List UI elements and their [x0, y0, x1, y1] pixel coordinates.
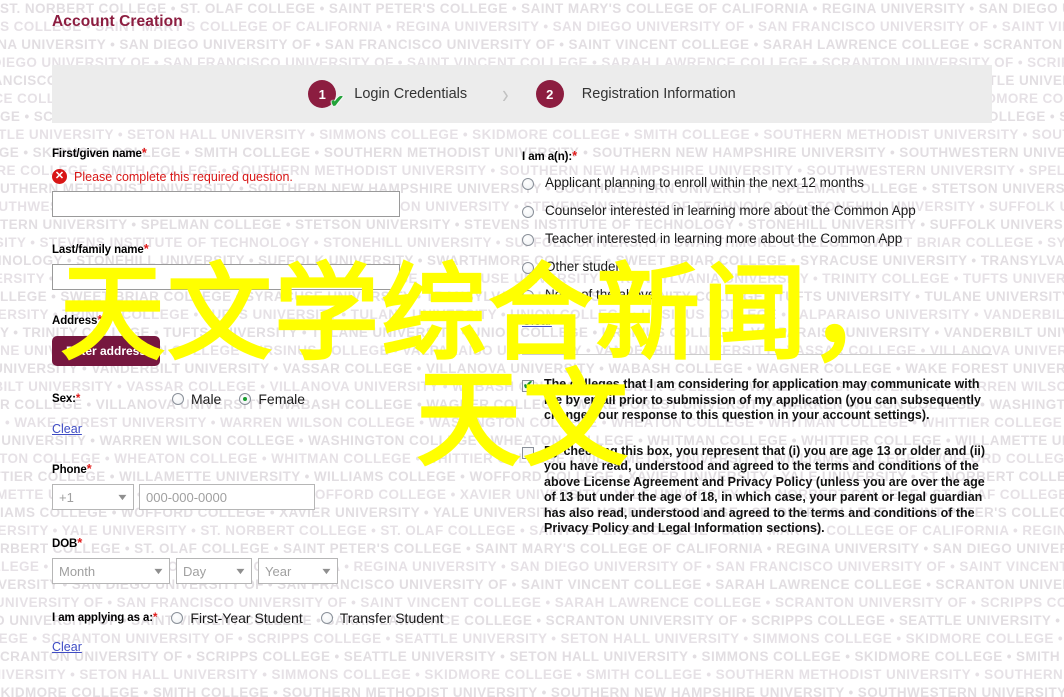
consent-email-communication[interactable]: The colleges that I am considering for a… [522, 377, 1002, 424]
i-am-a-option-1-label: Counselor interested in learning more ab… [545, 203, 916, 218]
i-am-a-option-counselor[interactable]: Counselor interested in learning more ab… [522, 203, 1002, 219]
radio-icon [239, 393, 252, 405]
radio-icon [171, 612, 184, 624]
radio-icon [522, 262, 534, 274]
phone-number-input[interactable] [139, 484, 315, 510]
required-asterisk: * [86, 461, 92, 476]
step-1-number: 1 [318, 86, 326, 102]
phone-label: Phone [52, 464, 87, 476]
field-phone: Phone* +1 ▼ [52, 461, 472, 510]
required-asterisk: * [153, 612, 158, 624]
dob-label: DOB [52, 538, 78, 550]
section-divider [522, 354, 992, 355]
chevron-down-icon: ▼ [151, 566, 166, 576]
sex-female-label: Female [258, 391, 306, 407]
applying-as-option-transfer[interactable]: Transfer Student [320, 610, 444, 626]
field-applying-as: I am applying as a:* First-Year Student … [52, 610, 472, 654]
dob-month-select[interactable]: Month ▼ [52, 558, 170, 584]
dob-day-value: Day [183, 563, 207, 579]
dob-year-select[interactable]: Year ▼ [258, 558, 338, 584]
field-sex: Sex:* Male Female Clear [52, 391, 472, 436]
last-name-input[interactable] [52, 264, 400, 290]
dob-day-select[interactable]: Day ▼ [176, 558, 252, 584]
step-2-label: Registration Information [581, 86, 736, 102]
clear-i-am-a-link[interactable]: Clear [522, 314, 552, 328]
first-name-label: First/given name [52, 148, 142, 160]
last-name-label: Last/family name [52, 244, 144, 256]
applying-as-option-first-year[interactable]: First-Year Student [171, 610, 303, 626]
required-asterisk: * [572, 148, 578, 163]
first-name-error: ✕ Please complete this required question… [52, 169, 472, 184]
step-registration-information[interactable]: 2 Registration Information [535, 80, 736, 108]
account-creation-page: Account Creation 1 ✔ Login Credentials ›… [0, 0, 1064, 697]
sex-option-female[interactable]: Female [239, 391, 305, 407]
step-1-badge: 1 ✔ [308, 80, 344, 110]
step-2-badge: 2 [535, 80, 564, 108]
first-name-input[interactable] [52, 191, 400, 217]
applying-as-label: I am applying as a: [52, 612, 153, 624]
sex-male-label: Male [191, 391, 222, 407]
form-column-left: First/given name* ✕ Please complete this… [52, 145, 472, 654]
field-address: Address* Enter address [52, 312, 472, 366]
sex-label: Sex: [52, 393, 76, 405]
clear-sex-link[interactable]: Clear [52, 422, 82, 436]
field-first-name: First/given name* ✕ Please complete this… [52, 145, 472, 217]
chevron-down-icon: ▼ [319, 566, 334, 576]
applying-as-first-year-label: First-Year Student [190, 610, 303, 626]
radio-icon [522, 234, 534, 246]
address-label: Address [52, 315, 98, 327]
consent-0-text: The colleges that I am considering for a… [544, 377, 981, 422]
form-column-right: I am a(n):* Applicant planning to enroll… [522, 148, 1002, 537]
step-2-number: 2 [546, 86, 554, 102]
i-am-a-option-3-label: Other student [545, 259, 627, 274]
dob-year-value: Year [265, 563, 292, 579]
required-asterisk: * [141, 145, 147, 160]
error-icon: ✕ [52, 169, 67, 184]
field-dob: DOB* Month ▼ Day ▼ Year ▼ [52, 535, 472, 584]
sex-label-wrap: Sex:* [52, 393, 172, 405]
applying-as-label-wrap: I am applying as a:* [52, 612, 158, 624]
chevron-right-icon: › [502, 79, 509, 109]
consent-terms-agreement[interactable]: By checking this box, you represent that… [522, 444, 1002, 537]
radio-icon [320, 612, 333, 624]
i-am-a-label: I am a(n): [522, 151, 573, 163]
radio-icon [172, 393, 184, 405]
page-title: Account Creation [52, 13, 183, 30]
applying-as-transfer-label: Transfer Student [339, 610, 444, 626]
field-last-name: Last/family name* [52, 241, 472, 290]
chevron-down-icon: ▼ [115, 492, 130, 502]
i-am-a-options: Applicant planning to enroll within the … [522, 175, 1002, 303]
step-login-credentials[interactable]: 1 ✔ Login Credentials [308, 80, 468, 110]
phone-country-code-value: +1 [59, 489, 74, 505]
radio-icon [522, 178, 534, 190]
i-am-a-option-applicant[interactable]: Applicant planning to enroll within the … [522, 175, 1002, 191]
consent-1-text: By checking this box, you represent that… [544, 443, 986, 536]
i-am-a-option-4-label: None of the above [545, 287, 656, 302]
phone-country-code-select[interactable]: +1 ▼ [52, 484, 134, 510]
check-icon: ✔ [330, 92, 345, 111]
checkbox-icon [522, 446, 534, 459]
step-1-label: Login Credentials [354, 86, 468, 102]
required-asterisk: * [75, 393, 81, 405]
progress-stepper: 1 ✔ Login Credentials › 2 Registration I… [52, 65, 992, 123]
first-name-error-text: Please complete this required question. [74, 169, 293, 184]
i-am-a-option-0-label: Applicant planning to enroll within the … [545, 175, 864, 190]
chevron-down-icon: ▼ [233, 566, 248, 576]
i-am-a-option-other-student[interactable]: Other student [522, 259, 1002, 275]
required-asterisk: * [143, 241, 149, 256]
field-i-am-a: I am a(n):* Applicant planning to enroll… [522, 148, 1002, 328]
required-asterisk: * [77, 535, 83, 550]
clear-applying-as-link[interactable]: Clear [52, 640, 82, 654]
dob-month-value: Month [59, 563, 96, 579]
radio-icon [522, 290, 534, 302]
radio-icon [522, 206, 534, 218]
sex-option-male[interactable]: Male [172, 391, 221, 407]
i-am-a-option-none[interactable]: None of the above [522, 287, 1002, 303]
enter-address-button[interactable]: Enter address [52, 336, 161, 366]
i-am-a-option-2-label: Teacher interested in learning more abou… [545, 231, 903, 246]
i-am-a-option-teacher[interactable]: Teacher interested in learning more abou… [522, 231, 1002, 247]
checkbox-icon [522, 378, 534, 392]
required-asterisk: * [97, 312, 103, 327]
